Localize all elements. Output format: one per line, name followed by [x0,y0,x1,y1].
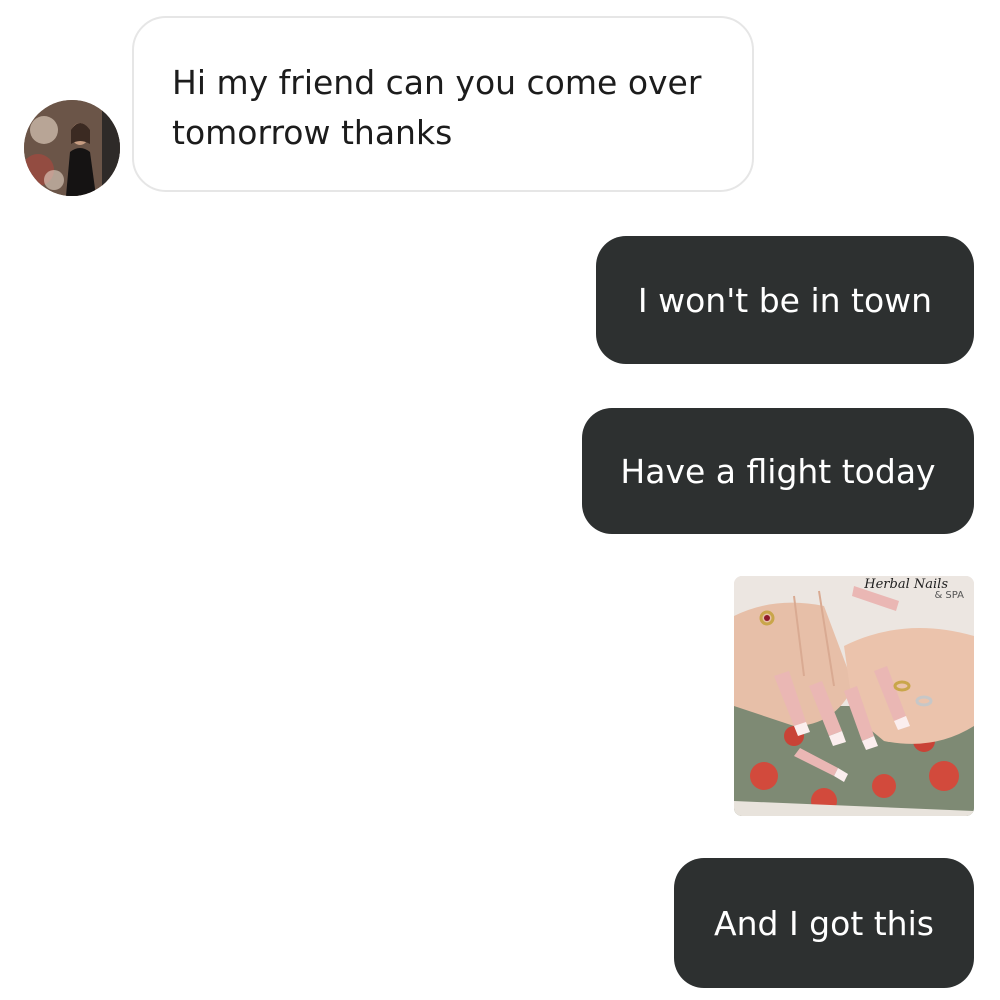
incoming-message-bubble[interactable]: Hi my friend can you come over tomorrow … [132,16,754,192]
outgoing-message-bubble[interactable]: And I got this [674,858,974,988]
outgoing-message-text: And I got this [714,903,934,943]
outgoing-message-text: Have a flight today [620,451,936,491]
contact-avatar-image [24,100,120,196]
incoming-message-text: Hi my friend can you come over tomorrow … [172,63,702,152]
contact-avatar[interactable] [24,100,120,196]
outgoing-message-bubble[interactable]: Have a flight today [582,408,974,534]
shared-photo-nails[interactable]: Herbal Nails & SPA [734,576,974,816]
outgoing-message-text: I won't be in town [637,280,933,320]
photo-watermark-sub: & SPA [934,590,964,601]
outgoing-message-bubble[interactable]: I won't be in town [596,236,974,364]
nails-photo-image [734,576,974,816]
